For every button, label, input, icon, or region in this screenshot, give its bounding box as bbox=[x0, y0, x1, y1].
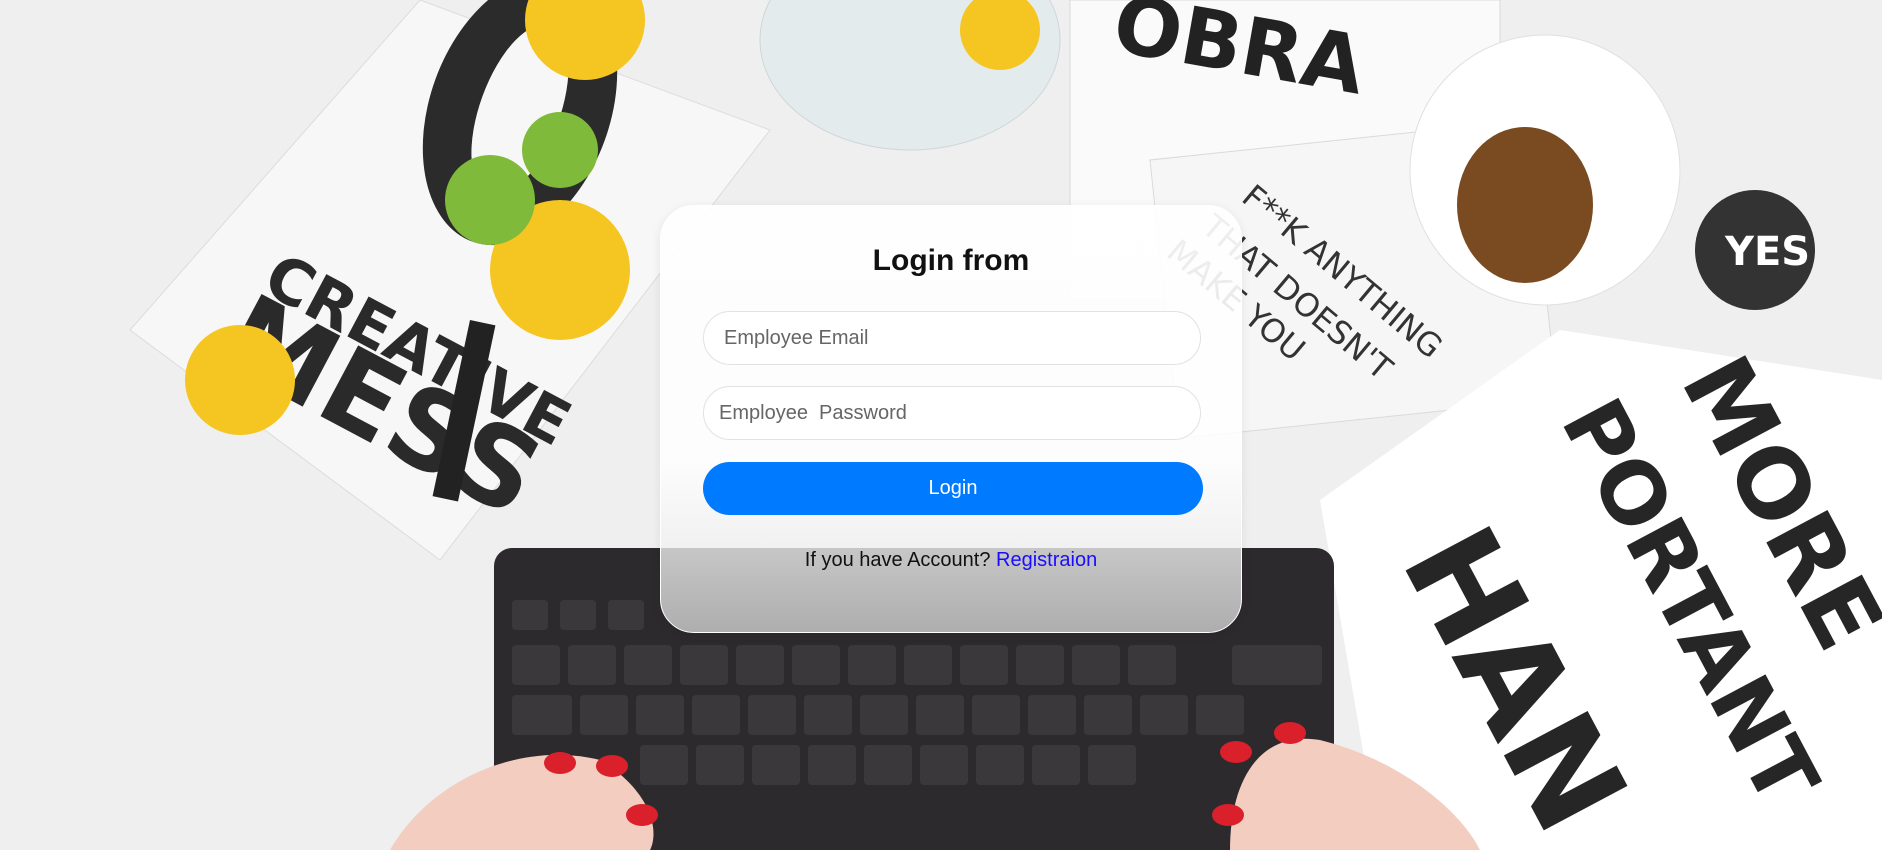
account-prompt-line: If you have Account? Registraion bbox=[661, 549, 1241, 572]
login-title: Login from bbox=[872, 244, 1030, 277]
login-card: Login from Login If you have Account? Re… bbox=[660, 205, 1242, 633]
registration-link[interactable]: Registraion bbox=[996, 549, 1097, 571]
account-prompt-text: If you have Account? bbox=[804, 549, 991, 571]
employee-password-input[interactable] bbox=[703, 386, 1201, 440]
employee-email-input[interactable] bbox=[703, 311, 1201, 365]
svg-text:YES: YES bbox=[1724, 229, 1810, 275]
login-button[interactable]: Login bbox=[703, 462, 1203, 515]
